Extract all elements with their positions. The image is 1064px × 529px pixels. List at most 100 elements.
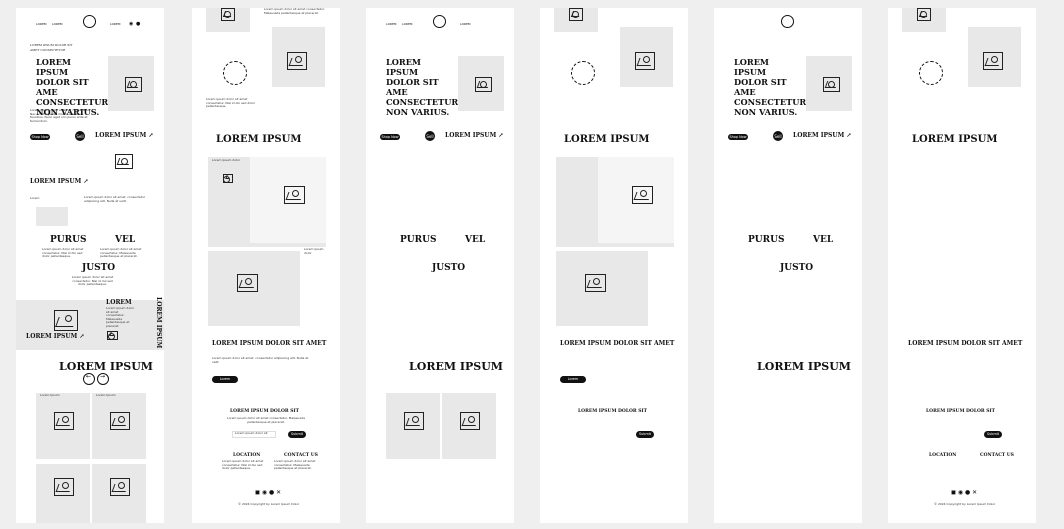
section-heading: LOREM IPSUM bbox=[912, 134, 998, 145]
gallery-label: Lorem ipsum dolor bbox=[212, 158, 241, 162]
featured-link[interactable]: LOREM IPSUM ↗ bbox=[30, 178, 88, 185]
top-paragraph: Lorem ipsum dolor sit amet consectetur. … bbox=[264, 8, 325, 15]
newsletter-heading: LOREM IPSUM DOLOR SIT bbox=[578, 409, 647, 414]
vertical-label: LOREM IPSUM bbox=[155, 297, 162, 349]
intro-paragraph: Lorem ipsum dolor sit amet, consectetur … bbox=[84, 195, 146, 203]
grid-heading: LOREM IPSUM bbox=[409, 360, 503, 373]
grid-card-3-image-icon bbox=[54, 478, 74, 496]
sell-button[interactable]: Sell bbox=[773, 131, 783, 141]
grid-card-4-image-icon bbox=[110, 478, 130, 496]
word-vel: VEL bbox=[813, 235, 834, 245]
circular-badge bbox=[571, 61, 595, 85]
word-purus: PURUS bbox=[748, 235, 785, 245]
dolor-heading: LOREM IPSUM DOLOR SIT AMET bbox=[560, 340, 675, 347]
dolor-paragraph: Lorem ipsum dolor sit amet, consectetur … bbox=[212, 356, 309, 364]
grid-card-2-image-icon bbox=[110, 412, 130, 430]
grid-card-2-label: Lorem Ipsum bbox=[96, 393, 116, 397]
mockup-column-3: LOREM LOREM LOREM LOREM IPSUM DOLOR SIT … bbox=[366, 8, 514, 523]
newsletter-text: Lorem ipsum dolor sit amet consectetur. … bbox=[227, 416, 305, 424]
submit-button[interactable]: Submit bbox=[984, 431, 1002, 438]
sell-button[interactable]: Sell bbox=[425, 131, 435, 141]
hero-overline: LOREM IPSUM DOLOR SIT AMET CONSECTETUR bbox=[30, 43, 73, 52]
gallery-caption: Lorem ipsum dolor bbox=[304, 247, 324, 255]
contact-text: Lorem ipsum dolor sit amet consectetur. … bbox=[274, 459, 316, 471]
word-purus: PURUS bbox=[400, 235, 437, 245]
search-icon[interactable]: ◉ bbox=[129, 21, 133, 27]
mockup-column-2: Lorem ipsum dolor sit amet consectetur. … bbox=[192, 8, 340, 523]
sell-button[interactable]: Sell bbox=[75, 131, 85, 141]
top-image-icon bbox=[917, 8, 931, 21]
mockup-column-5: LOREM IPSUM DOLOR SIT AME CONSECTETUR. N… bbox=[714, 8, 862, 523]
newsletter-placeholder: Lorem ipsum dolor sit bbox=[235, 431, 268, 435]
split-panel bbox=[16, 300, 164, 350]
split-image-icon bbox=[54, 310, 78, 331]
hero-link[interactable]: LOREM IPSUM ↗ bbox=[445, 132, 503, 139]
mockup-column-6: LOREM IPSUM LOREM IPSUM DOLOR SIT AMET L… bbox=[888, 8, 1036, 523]
next-icon: → bbox=[100, 373, 106, 380]
grid-card-2-image-icon bbox=[460, 412, 480, 430]
split-heading: LOREM IPSUM ↗ bbox=[26, 333, 85, 340]
submit-button[interactable]: Submit bbox=[636, 431, 654, 438]
hero-link[interactable]: LOREM IPSUM ↗ bbox=[793, 132, 851, 139]
gallery-feature-image-icon bbox=[632, 186, 653, 204]
badge-paragraph: Lorem ipsum dolor sit amet consectetur. … bbox=[206, 97, 256, 109]
contact-heading: CONTACT US bbox=[284, 453, 318, 458]
footer-copyright: © 2024 Copyright by Lorem Ipsum Dolor bbox=[934, 502, 996, 506]
dolor-heading: LOREM IPSUM DOLOR SIT AMET bbox=[212, 340, 327, 347]
image-placeholder-icon bbox=[823, 77, 840, 92]
nav-link-right[interactable]: LOREM bbox=[460, 22, 471, 26]
newsletter-heading: LOREM IPSUM DOLOR SIT bbox=[926, 409, 995, 414]
nav-link-mid[interactable]: LOREM bbox=[52, 22, 63, 26]
previous-icon: ← bbox=[86, 373, 92, 380]
hero-link[interactable]: LOREM IPSUM ↗ bbox=[95, 132, 153, 139]
circular-badge bbox=[919, 61, 943, 85]
shop-now-button[interactable]: Shop Now bbox=[30, 134, 50, 140]
grid-heading: LOREM IPSUM bbox=[757, 360, 851, 373]
nav-link-mid[interactable]: LOREM bbox=[402, 22, 413, 26]
featured-area bbox=[16, 148, 164, 197]
small-image-panel bbox=[36, 207, 68, 226]
nav-link-left[interactable]: LOREM bbox=[36, 22, 47, 26]
grid-card-1-image-icon bbox=[54, 412, 74, 430]
circular-badge bbox=[223, 61, 247, 85]
submit-button[interactable]: Submit bbox=[288, 431, 306, 438]
hero-title: LOREM IPSUM DOLOR SIT AME CONSECTETUR. N… bbox=[386, 57, 462, 117]
newsletter-heading: LOREM IPSUM DOLOR SIT bbox=[230, 409, 299, 414]
cart-icon[interactable]: ● bbox=[136, 21, 140, 27]
second-gallery-image-icon bbox=[237, 274, 258, 292]
split-side-title: LOREM bbox=[106, 299, 132, 306]
nav-link-right[interactable]: LOREM bbox=[110, 22, 121, 26]
second-gallery-image-icon bbox=[585, 274, 606, 292]
image-placeholder-icon bbox=[475, 77, 492, 92]
muted-label: Lorem bbox=[30, 196, 40, 200]
word-justo: JUSTO bbox=[432, 263, 466, 273]
section-heading: LOREM IPSUM bbox=[216, 134, 302, 145]
more-button[interactable]: Lorem bbox=[560, 376, 586, 383]
hero-body: Lorem ipsum dolor sit amet consectetur. … bbox=[30, 108, 91, 123]
justo-text: Lorem ipsum dolor sit amet consectetur. … bbox=[71, 275, 114, 287]
side-image-icon bbox=[635, 52, 655, 70]
purus-text: Lorem ipsum dolor sit amet consectetur. … bbox=[42, 247, 84, 259]
gallery-feature-image-icon bbox=[284, 186, 305, 204]
split-small-image-icon bbox=[107, 331, 118, 341]
shop-now-button[interactable]: Shop Now bbox=[380, 134, 400, 140]
shop-now-button[interactable]: Shop Now bbox=[728, 134, 748, 140]
composition: LOREM LOREM LOREM ◉ ● LOREM IPSUM DOLOR … bbox=[0, 0, 1064, 529]
brand-logo[interactable] bbox=[433, 15, 446, 28]
social-icons[interactable]: ◼ ◉ ● ✕ bbox=[951, 489, 977, 496]
side-image-icon bbox=[287, 52, 307, 70]
footer-copyright: © 2024 Copyright by Lorem Ipsum Dolor bbox=[238, 502, 300, 506]
word-justo: JUSTO bbox=[82, 263, 116, 273]
gallery-small-image-icon bbox=[223, 174, 233, 184]
featured-image-icon bbox=[115, 154, 133, 169]
nav-link-left[interactable]: LOREM bbox=[386, 22, 397, 26]
more-button[interactable]: Lorem bbox=[212, 376, 238, 383]
social-icons[interactable]: ◼ ◉ ● ✕ bbox=[255, 489, 281, 496]
brand-logo[interactable] bbox=[83, 15, 96, 28]
top-image-icon bbox=[221, 8, 235, 21]
brand-logo[interactable] bbox=[781, 15, 794, 28]
mockup-column-1: LOREM LOREM LOREM ◉ ● LOREM IPSUM DOLOR … bbox=[16, 8, 164, 523]
dolor-heading: LOREM IPSUM DOLOR SIT AMET bbox=[908, 340, 1023, 347]
hero-title: LOREM IPSUM DOLOR SIT AME CONSECTETUR. N… bbox=[734, 57, 810, 117]
word-purus: PURUS bbox=[50, 235, 87, 245]
